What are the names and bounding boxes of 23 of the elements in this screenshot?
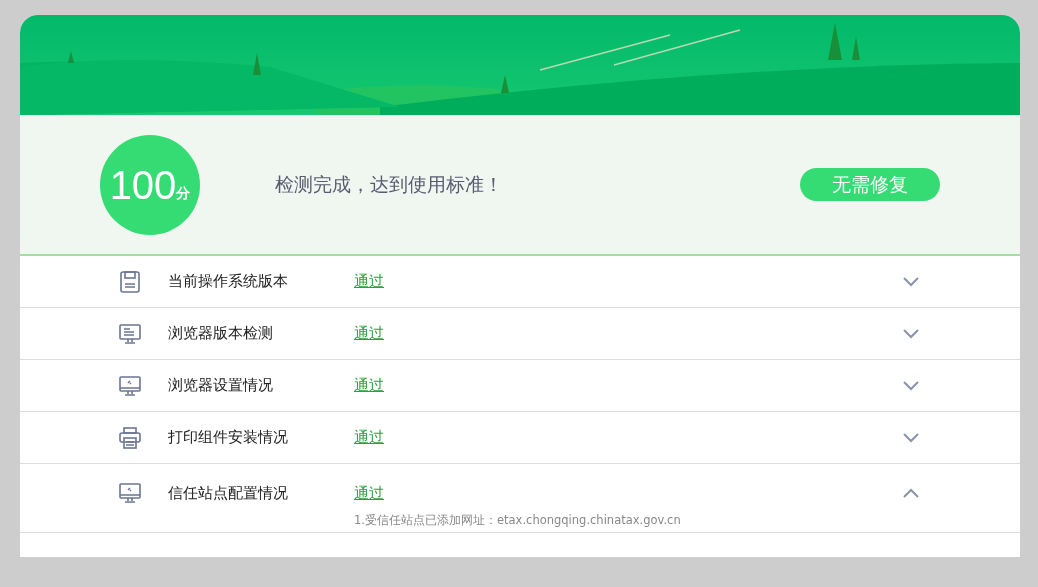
chevron-icon[interactable] xyxy=(903,328,919,339)
check-name: 打印组件安装情况 xyxy=(168,428,289,447)
chevron-icon[interactable] xyxy=(903,276,919,287)
chevron-icon[interactable] xyxy=(903,488,919,498)
check-name: 当前操作系统版本 xyxy=(168,272,289,291)
check-name: 浏览器版本检测 xyxy=(168,324,274,343)
check-status: 通过 xyxy=(354,272,385,291)
check-status: 通过 xyxy=(354,483,385,503)
chevron-icon[interactable] xyxy=(903,380,919,391)
printer-icon xyxy=(118,425,142,450)
check-status: 通过 xyxy=(354,428,385,447)
result-message: 检测完成，达到使用标准！ xyxy=(275,171,504,197)
check-status: 通过 xyxy=(354,324,385,343)
check-name: 浏览器设置情况 xyxy=(168,376,274,395)
monitor-icon xyxy=(118,373,142,398)
monitor-icon xyxy=(118,481,142,505)
no-repair-button[interactable]: 无需修复 xyxy=(800,168,940,201)
check-status: 通过 xyxy=(354,376,385,395)
chevron-icon[interactable] xyxy=(903,432,919,443)
detail-text: 1.受信任站点已添加网址：etax.chongqing.chinatax.gov.cn xyxy=(354,513,682,528)
monitor-icon xyxy=(118,321,142,346)
score-badge: 100分 xyxy=(100,134,200,235)
check-name: 信任站点配置情况 xyxy=(168,483,289,503)
